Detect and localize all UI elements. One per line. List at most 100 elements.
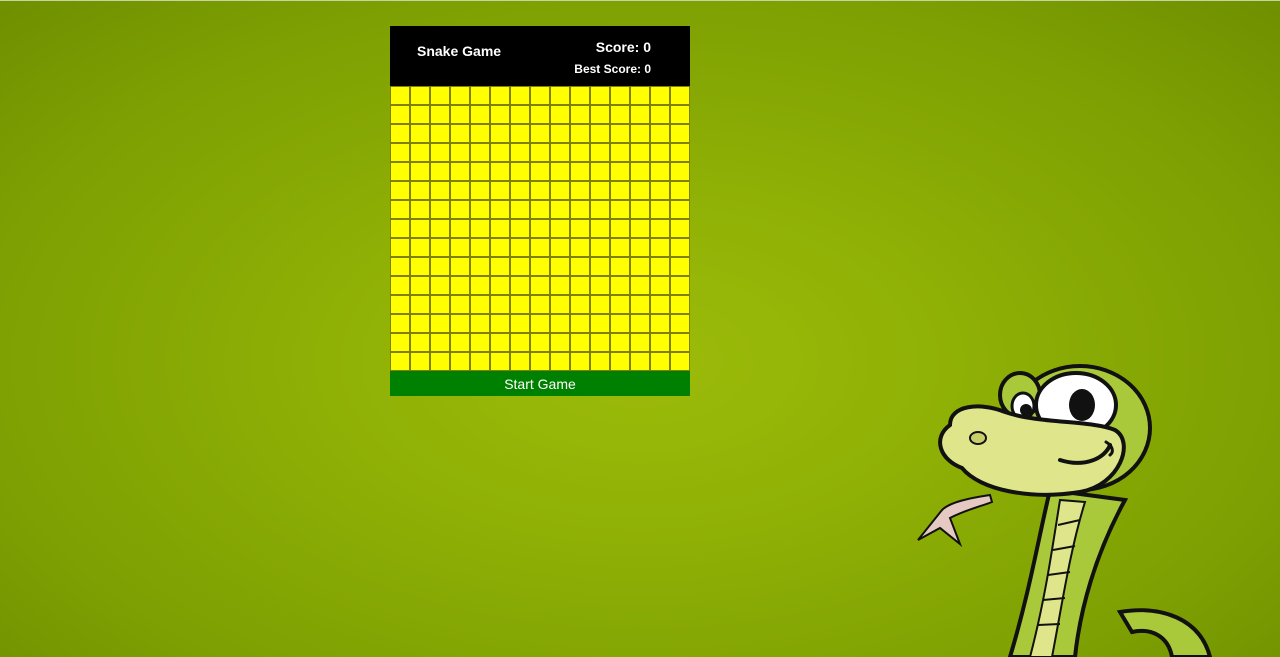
board-cell xyxy=(630,200,650,219)
board-cell xyxy=(550,162,570,181)
board-cell xyxy=(630,105,650,124)
board-cell xyxy=(470,124,490,143)
board-cell xyxy=(630,219,650,238)
board-cell xyxy=(550,143,570,162)
board-cell xyxy=(390,86,410,105)
board-cell xyxy=(490,200,510,219)
board-cell xyxy=(550,200,570,219)
board-cell xyxy=(570,238,590,257)
board-cell xyxy=(430,143,450,162)
board-cell xyxy=(490,295,510,314)
board-cell xyxy=(530,276,550,295)
board-cell xyxy=(590,143,610,162)
board-cell xyxy=(450,219,470,238)
board-cell xyxy=(670,314,690,333)
board-cell xyxy=(610,257,630,276)
board-cell xyxy=(470,314,490,333)
board-cell xyxy=(650,314,670,333)
top-divider xyxy=(0,0,1280,1)
board-cell xyxy=(630,162,650,181)
game-board[interactable] xyxy=(390,86,690,371)
board-cell xyxy=(450,333,470,352)
board-cell xyxy=(390,105,410,124)
board-cell xyxy=(410,219,430,238)
board-cell xyxy=(390,162,410,181)
board-cell xyxy=(430,333,450,352)
board-cell xyxy=(510,143,530,162)
board-cell xyxy=(490,238,510,257)
board-cell xyxy=(430,181,450,200)
board-cell xyxy=(570,333,590,352)
board-cell xyxy=(450,257,470,276)
board-cell xyxy=(530,219,550,238)
board-cell xyxy=(630,143,650,162)
board-cell xyxy=(610,200,630,219)
board-cell xyxy=(650,181,670,200)
board-cell xyxy=(490,124,510,143)
board-cell xyxy=(590,352,610,371)
board-cell xyxy=(670,181,690,200)
board-cell xyxy=(430,238,450,257)
board-cell xyxy=(670,162,690,181)
board-cell xyxy=(610,219,630,238)
board-cell xyxy=(490,86,510,105)
board-cell xyxy=(610,143,630,162)
board-cell xyxy=(530,352,550,371)
board-cell xyxy=(550,238,570,257)
board-cell xyxy=(390,124,410,143)
board-cell xyxy=(390,238,410,257)
board-cell xyxy=(650,238,670,257)
board-cell xyxy=(510,238,530,257)
board-cell xyxy=(510,352,530,371)
board-cell xyxy=(610,105,630,124)
board-cell xyxy=(530,181,550,200)
board-cell xyxy=(670,105,690,124)
board-cell xyxy=(390,257,410,276)
board-cell xyxy=(470,352,490,371)
board-cell xyxy=(470,143,490,162)
board-cell xyxy=(570,200,590,219)
board-cell xyxy=(650,105,670,124)
board-cell xyxy=(410,333,430,352)
board-cell xyxy=(390,181,410,200)
board-cell xyxy=(530,143,550,162)
board-cell xyxy=(590,314,610,333)
board-cell xyxy=(450,86,470,105)
board-cell xyxy=(450,314,470,333)
board-cell xyxy=(650,257,670,276)
board-cell xyxy=(650,162,670,181)
board-cell xyxy=(630,181,650,200)
board-cell xyxy=(450,352,470,371)
board-cell xyxy=(570,105,590,124)
board-cell xyxy=(470,295,490,314)
board-cell xyxy=(390,352,410,371)
board-cell xyxy=(450,124,470,143)
board-cell xyxy=(670,124,690,143)
board-cell xyxy=(650,86,670,105)
board-cell xyxy=(610,162,630,181)
board-cell xyxy=(550,276,570,295)
board-cell xyxy=(490,181,510,200)
board-cell xyxy=(450,276,470,295)
board-cell xyxy=(570,276,590,295)
board-cell xyxy=(510,124,530,143)
board-cell xyxy=(610,86,630,105)
board-cell xyxy=(630,238,650,257)
board-cell xyxy=(410,352,430,371)
board-cell xyxy=(470,333,490,352)
board-cell xyxy=(410,162,430,181)
board-cell xyxy=(590,105,610,124)
board-cell xyxy=(510,219,530,238)
board-cell xyxy=(650,200,670,219)
board-cell xyxy=(470,257,490,276)
board-cell xyxy=(590,200,610,219)
start-game-button[interactable]: Start Game xyxy=(390,371,690,396)
board-cell xyxy=(410,238,430,257)
board-cell xyxy=(430,200,450,219)
board-cell xyxy=(550,295,570,314)
board-cell xyxy=(590,124,610,143)
board-cell xyxy=(410,86,430,105)
board-cell xyxy=(390,143,410,162)
board-cell xyxy=(470,200,490,219)
board-cell xyxy=(670,200,690,219)
